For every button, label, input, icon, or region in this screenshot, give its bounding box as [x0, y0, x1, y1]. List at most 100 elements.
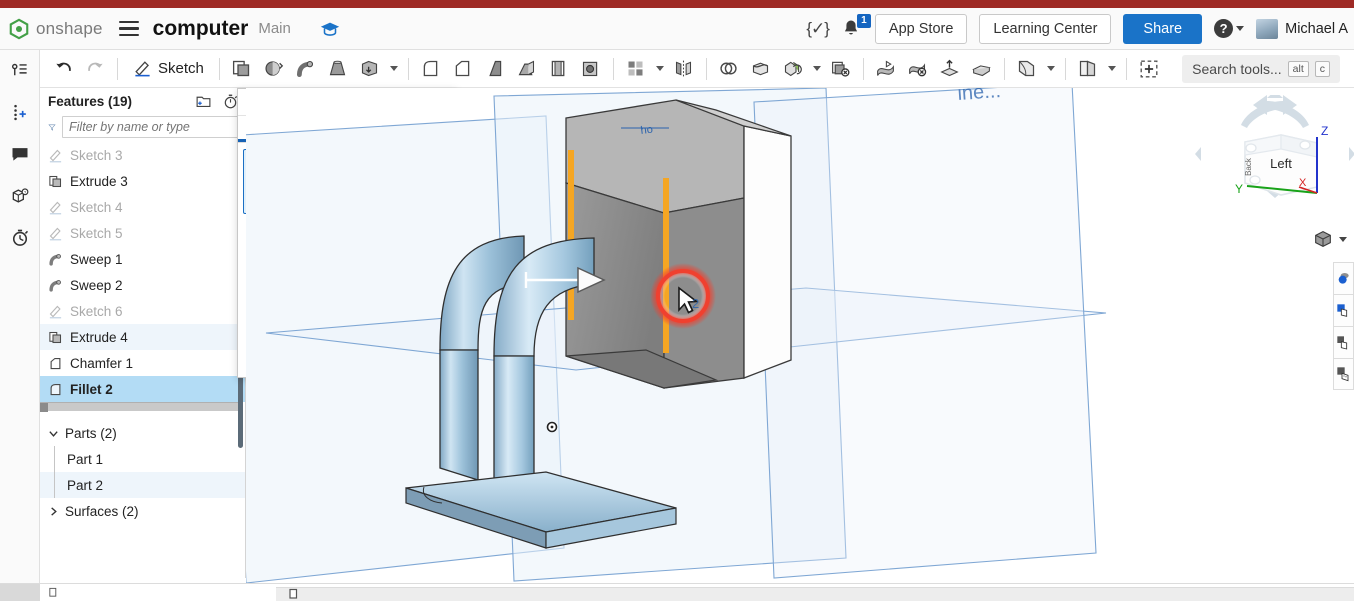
- split-icon[interactable]: [746, 54, 776, 84]
- bottom-panel-strip: [276, 587, 1354, 601]
- part-row-part-2[interactable]: Part 2: [40, 472, 245, 498]
- feature-label: Extrude 3: [70, 174, 128, 189]
- axis-y-label: Y: [1235, 182, 1243, 196]
- rollback-grip[interactable]: [40, 403, 48, 412]
- section-view-icon[interactable]: [1333, 294, 1354, 326]
- plane-icon[interactable]: [1012, 54, 1042, 84]
- surfaces-group-row[interactable]: Surfaces (2): [40, 498, 245, 524]
- part-info-icon[interactable]: ?: [6, 182, 34, 210]
- app-header: onshape computer Main {✓} 1 App Store Le…: [0, 8, 1354, 50]
- mate-connector-icon[interactable]: [1134, 54, 1164, 84]
- feature-row-sketch-4[interactable]: Sketch 4: [40, 194, 245, 220]
- measure-icon[interactable]: [1333, 358, 1354, 390]
- search-input[interactable]: [62, 116, 239, 138]
- feature-list-icon[interactable]: [6, 56, 34, 84]
- chevron-down-icon: [1236, 26, 1244, 31]
- history-icon[interactable]: [6, 224, 34, 252]
- rollback-bar[interactable]: [40, 402, 240, 411]
- variables-fx-icon[interactable]: {✓}: [806, 19, 829, 39]
- draft-icon[interactable]: [480, 54, 510, 84]
- boolean-icon[interactable]: [714, 54, 744, 84]
- feature-row-sketch-3[interactable]: Sketch 3: [40, 142, 245, 168]
- feature-row-sketch-6[interactable]: Sketch 6: [40, 298, 245, 324]
- user-menu[interactable]: Michael A: [1256, 19, 1348, 39]
- document-title[interactable]: computer: [153, 17, 249, 41]
- hamburger-menu-icon[interactable]: [119, 21, 139, 37]
- delete-face-icon[interactable]: [903, 54, 933, 84]
- tree-guide-line: [54, 446, 55, 498]
- help-menu[interactable]: ?: [1214, 19, 1244, 38]
- search-shortcut-c: c: [1315, 61, 1330, 77]
- delete-part-icon[interactable]: [826, 54, 856, 84]
- part-studio-tab-icon[interactable]: [288, 588, 300, 600]
- sketch-button[interactable]: Sketch: [125, 56, 212, 81]
- feature-row-fillet-2[interactable]: Fillet 2: [40, 376, 245, 402]
- app-store-button[interactable]: App Store: [875, 14, 968, 44]
- transform-icon[interactable]: [778, 54, 808, 84]
- undo-arrow-icon[interactable]: [48, 54, 78, 84]
- new-folder-icon[interactable]: [195, 93, 212, 110]
- funnel-filter-icon[interactable]: [48, 120, 56, 135]
- add-instance-icon[interactable]: [6, 98, 34, 126]
- feature-tree-panel: Features (19) Sketch 3: [40, 88, 246, 578]
- onshape-brand[interactable]: onshape: [8, 18, 103, 40]
- surface-fill-icon[interactable]: [871, 54, 901, 84]
- arrow-left-icon: [1195, 147, 1201, 161]
- graduation-cap-icon[interactable]: [319, 18, 341, 40]
- parts-group-row[interactable]: Parts (2): [40, 420, 245, 446]
- comments-icon[interactable]: [6, 140, 34, 168]
- share-button[interactable]: Share: [1123, 14, 1202, 44]
- feature-label: Sketch 3: [70, 148, 123, 163]
- explode-view-icon[interactable]: [1333, 326, 1354, 358]
- chamfer-icon[interactable]: [448, 54, 478, 84]
- shell-icon[interactable]: [544, 54, 574, 84]
- feature-row-extrude-4[interactable]: Extrude 4: [40, 324, 245, 350]
- perspective-toggle[interactable]: [1312, 228, 1347, 250]
- tab-plus[interactable]: [0, 584, 40, 601]
- notification-badge: 1: [857, 14, 871, 28]
- fillet-icon[interactable]: [416, 54, 446, 84]
- display-state-icon[interactable]: [1333, 262, 1354, 294]
- chevron-down-icon[interactable]: [1105, 54, 1119, 84]
- sweep-icon[interactable]: [291, 54, 321, 84]
- sketch-plane-icon[interactable]: [1073, 54, 1103, 84]
- extrude-icon: [48, 330, 63, 345]
- toolbar-divider: [1004, 58, 1005, 80]
- feature-row-sweep-1[interactable]: Sweep 1: [40, 246, 245, 272]
- view-cube-widget[interactable]: Left Back Z Y X: [1195, 95, 1354, 210]
- feature-row-chamfer-1[interactable]: Chamfer 1: [40, 350, 245, 376]
- sweep-icon: [48, 278, 63, 293]
- thicken-icon[interactable]: [355, 54, 385, 84]
- rib-icon[interactable]: [512, 54, 542, 84]
- move-face-icon[interactable]: [935, 54, 965, 84]
- mirror-icon[interactable]: [669, 54, 699, 84]
- feature-label: Fillet 2: [70, 382, 113, 397]
- feature-row-sketch-5[interactable]: Sketch 5: [40, 220, 245, 246]
- pattern-icon[interactable]: [621, 54, 651, 84]
- chevron-down-icon[interactable]: [1044, 54, 1058, 84]
- chevron-down-icon[interactable]: [387, 54, 401, 84]
- part-row-part-1[interactable]: Part 1: [40, 446, 245, 472]
- view-cube-face-label: Left: [1270, 156, 1292, 171]
- learning-center-button[interactable]: Learning Center: [979, 14, 1111, 44]
- sketch-icon: [48, 304, 63, 319]
- feature-row-extrude-3[interactable]: Extrude 3: [40, 168, 245, 194]
- offset-surface-icon[interactable]: [967, 54, 997, 84]
- feature-row-sweep-2[interactable]: Sweep 2: [40, 272, 245, 298]
- chevron-down-icon[interactable]: [48, 428, 59, 439]
- search-tools-button[interactable]: Search tools... alt c: [1182, 55, 1340, 83]
- revolve-icon[interactable]: [259, 54, 289, 84]
- 3d-viewport[interactable]: ine... ho: [246, 88, 1354, 583]
- parts-children: Part 1Part 2: [40, 446, 245, 498]
- chevron-right-icon[interactable]: [48, 506, 59, 517]
- hole-icon[interactable]: [576, 54, 606, 84]
- bell-icon[interactable]: 1: [841, 17, 863, 41]
- redo-arrow-icon[interactable]: [80, 54, 110, 84]
- extrude-icon[interactable]: [227, 54, 257, 84]
- document-branch[interactable]: Main: [258, 20, 291, 37]
- loft-icon[interactable]: [323, 54, 353, 84]
- chevron-down-icon[interactable]: [810, 54, 824, 84]
- chevron-down-icon[interactable]: [653, 54, 667, 84]
- tab-part-studio[interactable]: [40, 584, 67, 601]
- user-name-label: Michael A: [1285, 21, 1348, 37]
